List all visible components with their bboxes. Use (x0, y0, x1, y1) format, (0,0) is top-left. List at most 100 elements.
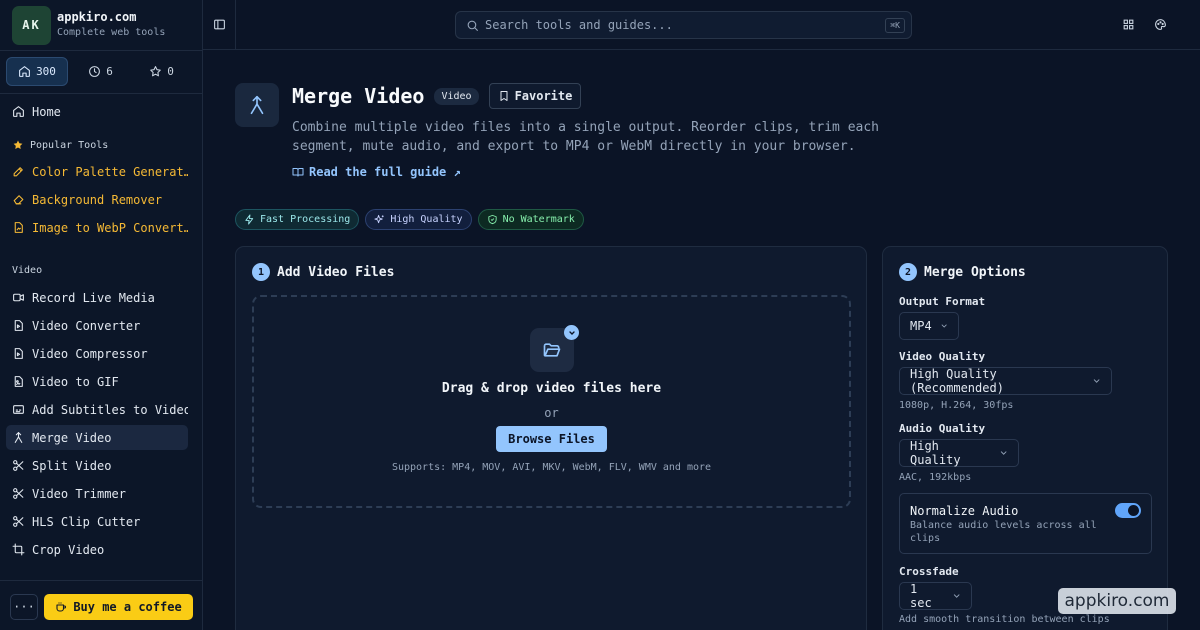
sidebar-item-label: Video to GIF (32, 374, 119, 389)
card-title-label: Add Video Files (277, 264, 395, 280)
pencil-icon (13, 167, 23, 177)
step-number: 1 (252, 263, 270, 281)
section-popular: Popular Tools (6, 135, 188, 155)
feature-badge: High Quality (365, 209, 472, 230)
sidebar-item-video-compressor[interactable]: Video Compressor (6, 341, 188, 366)
section-label: Video (12, 264, 43, 276)
crossfade-label: Crossfade (899, 565, 959, 578)
sidebar-item-label: Merge Video (32, 430, 112, 445)
brand-name: appkiro.com (57, 10, 137, 24)
sidebar-item-merge-video[interactable]: Merge Video (6, 425, 188, 450)
favorites-tab[interactable]: 0 (131, 57, 192, 86)
all-tools-tab[interactable]: 300 (6, 57, 68, 86)
sidebar-item-video-to-gif[interactable]: Video to GIF (6, 369, 188, 394)
video-quality-hint: 1080p, H.264, 30fps (899, 400, 1014, 411)
scissors-icon (13, 516, 24, 527)
buy-coffee-button[interactable]: Buy me a coffee (44, 594, 193, 620)
sidebar-item-label: HLS Clip Cutter (32, 514, 141, 529)
sidebar-item-label: Add Subtitles to Video (32, 402, 188, 417)
brand[interactable]: AK appkiro.com Complete web tools (12, 5, 165, 45)
read-guide-link[interactable]: Read the full guide ↗ (292, 165, 461, 179)
search-icon (467, 20, 478, 31)
add-files-card: 1 Add Video Files Drag & drop video file… (235, 246, 867, 630)
tool-icon (235, 83, 279, 127)
feature-label: No Watermark (502, 214, 575, 225)
site-watermark: appkiro.com (1058, 588, 1176, 614)
coffee-icon (56, 602, 67, 612)
book-icon (292, 168, 304, 177)
subtitles-icon (13, 405, 24, 414)
section-video: Video (6, 260, 188, 280)
divider (235, 0, 236, 50)
feature-label: Fast Processing (260, 214, 351, 225)
guide-link-label: Read the full guide ↗ (309, 165, 461, 179)
chevron-down-icon (1000, 451, 1007, 455)
category-badge[interactable]: Video (434, 87, 479, 105)
crossfade-hint: Add smooth transition between clips (899, 614, 1110, 625)
recent-tab[interactable]: 6 (70, 57, 131, 86)
zap-icon (245, 214, 254, 225)
dropzone-title: Drag & drop video files here (441, 381, 662, 396)
card-title-label: Merge Options (924, 264, 1026, 280)
browse-files-button[interactable]: Browse Files (496, 426, 607, 452)
sidebar-toggle-icon[interactable] (213, 18, 226, 31)
more-button[interactable]: ··· (10, 594, 38, 620)
sidebar-item-video-trimmer[interactable]: Video Trimmer (6, 481, 188, 506)
supported-formats: Supports: MP4, MOV, AVI, MKV, WebM, FLV,… (391, 462, 712, 473)
chevron-down-icon (1093, 379, 1100, 383)
recent-count: 6 (106, 65, 113, 78)
favorite-button[interactable]: Favorite (488, 83, 582, 109)
sidebar-item-crop-video[interactable]: Crop Video (6, 537, 188, 562)
shield-check-icon (487, 214, 497, 225)
sidebar-item-color-palette[interactable]: Color Palette Generat… (6, 159, 188, 184)
sidebar-item-label: Image to WebP Convert… (32, 220, 188, 235)
chevron-down-icon (568, 330, 575, 335)
sidebar-item-label: Crop Video (32, 542, 105, 557)
crossfade-select[interactable]: 1 sec (899, 582, 972, 610)
search-placeholder: Search tools and guides... (485, 18, 673, 32)
merge-icon (14, 432, 23, 443)
merge-icon (250, 95, 264, 115)
sparkles-icon (374, 214, 384, 224)
audio-quality-select[interactable]: High Quality (899, 439, 1019, 467)
star-icon (13, 140, 23, 149)
sidebar-item-label: Video Converter (32, 318, 141, 333)
sidebar-item-video-converter[interactable]: Video Converter (6, 313, 188, 338)
feature-badge: No Watermark (477, 209, 584, 230)
divider (0, 50, 203, 51)
palette-icon[interactable] (1154, 18, 1167, 31)
brand-logo: AK (12, 5, 51, 45)
sidebar-item-label: Record Live Media (32, 290, 155, 305)
sidebar-item-record-live-media[interactable]: Record Live Media (6, 285, 188, 310)
step-number: 2 (899, 263, 917, 281)
normalize-audio-toggle[interactable] (1115, 503, 1141, 518)
sidebar-nav: Home Popular Tools Color Palette Generat… (6, 97, 188, 562)
dropzone-badge (564, 325, 579, 340)
brand-tagline: Complete web tools (57, 27, 166, 38)
sidebar-item-label: Background Remover (32, 192, 163, 207)
sidebar: AK appkiro.com Complete web tools 300 6 … (0, 0, 203, 630)
sidebar-item-home[interactable]: Home (6, 99, 188, 124)
sidebar-item-hls-clip-cutter[interactable]: HLS Clip Cutter (6, 509, 188, 534)
output-format-value: MP4 (910, 319, 932, 333)
sidebar-item-label: Video Trimmer (32, 486, 126, 501)
search-input[interactable]: Search tools and guides... ⌘K (455, 11, 912, 39)
star-icon (150, 66, 161, 77)
grid-icon[interactable] (1122, 18, 1135, 31)
sidebar-item-split-video[interactable]: Split Video (6, 453, 188, 478)
merge-options-card: 2 Merge Options Output Format MP4 Video … (882, 246, 1168, 630)
video-quality-value: High Quality (Recommended) (910, 367, 1004, 395)
all-tools-count: 300 (36, 65, 56, 78)
output-format-select[interactable]: MP4 (899, 312, 959, 340)
chevron-down-icon (953, 594, 960, 598)
sidebar-item-image-to-webp[interactable]: Image to WebP Convert… (6, 215, 188, 240)
feature-label: High Quality (390, 214, 463, 225)
sidebar-item-background-remover[interactable]: Background Remover (6, 187, 188, 212)
crop-icon (12, 543, 25, 556)
feature-badge: Fast Processing (235, 209, 360, 230)
toggle-knob (1128, 505, 1139, 516)
file-dropzone[interactable]: Drag & drop video files here or Browse F… (252, 295, 851, 508)
video-quality-select[interactable]: High Quality (Recommended) (899, 367, 1112, 395)
sidebar-item-add-subtitles[interactable]: Add Subtitles to Video (6, 397, 188, 422)
sidebar-item-label: Video Compressor (32, 346, 148, 361)
